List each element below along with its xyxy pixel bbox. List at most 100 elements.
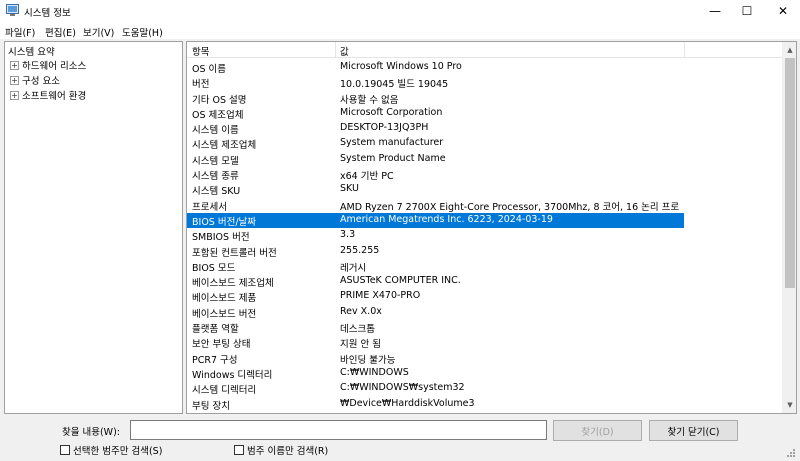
cell-item: PCR7 구성 (192, 354, 238, 366)
cell-value: American Megatrends Inc. 6223, 2024-03-1… (340, 213, 553, 225)
table-row[interactable]: 버전 10.0.19045 빌드 19045 (187, 75, 684, 90)
cell-item: 시스템 디렉터리 (192, 385, 257, 397)
table-row[interactable]: 베이스보드 제조업체 ASUSTeK COMPUTER INC. (187, 274, 684, 289)
cell-value: 바인딩 불가능 (340, 354, 396, 366)
search-selected-category-checkbox[interactable]: 선택한 범주만 검색(S) (60, 443, 162, 457)
cell-item: 보안 부팅 상태 (192, 339, 251, 351)
maximize-icon: ☐ (741, 4, 753, 18)
expand-icon[interactable]: + (10, 90, 19, 100)
list-rows: OS 이름 Microsoft Windows 10 Pro 버전 10.0.1904… (187, 60, 684, 412)
menu-file[interactable]: 파일(F) (5, 25, 35, 39)
cell-value: 255.255 (340, 244, 380, 256)
tree-item-label: 소프트웨어 환경 (22, 91, 87, 102)
tree-root-system-summary[interactable]: 시스템 요약 (8, 44, 55, 58)
tree-item-label: 하드웨어 리소스 (22, 61, 87, 72)
cell-item: OS 제조업체 (192, 109, 244, 121)
menu-bar: 파일(F) 편집(E) 보기(V) 도움말(H) (0, 22, 800, 39)
cell-item: 시스템 SKU (192, 186, 241, 198)
table-row[interactable]: 베이스보드 버전 Rev X.0x (187, 305, 684, 320)
cell-value: 데스크톱 (340, 324, 375, 336)
cell-value: 사용할 수 없음 (340, 94, 399, 106)
scroll-up-icon[interactable]: ▲ (782, 42, 796, 58)
menu-edit[interactable]: 편집(E) (45, 25, 76, 39)
checkbox-label: 선택한 범주만 검색(S) (73, 446, 163, 457)
cell-value: Rev X.0x (340, 305, 382, 317)
cell-value: System Product Name (340, 152, 446, 164)
table-row[interactable]: BIOS 버전/날짜 American Megatrends Inc. 6223,… (187, 212, 684, 229)
checkbox-label: 범주 이름만 검색(R) (247, 446, 329, 457)
cell-value: 10.0.19045 빌드 19045 (340, 79, 449, 91)
scrollbar-thumb[interactable] (785, 58, 795, 288)
tree-item-components[interactable]: + 구성 요소 (10, 73, 60, 87)
cell-item: 베이스보드 제품 (192, 293, 257, 305)
table-row[interactable]: OS 이름 Microsoft Windows 10 Pro (187, 60, 684, 75)
checkbox-box[interactable] (234, 445, 244, 455)
cell-value: Microsoft Corporation (340, 106, 443, 118)
tree-item-hardware-resources[interactable]: + 하드웨어 리소스 (10, 58, 86, 72)
close-icon: ✕ (777, 4, 789, 18)
cell-value: x64 기반 PC (340, 171, 394, 183)
menu-view[interactable]: 보기(V) (83, 25, 114, 39)
table-row[interactable]: 시스템 모델 System Product Name (187, 152, 684, 167)
find-label: 찾을 내용(W): (62, 427, 120, 438)
table-row[interactable]: 시스템 제조업체 System manufacturer (187, 136, 684, 151)
table-row[interactable]: 시스템 이름 DESKTOP-13JQ3PH (187, 121, 684, 136)
column-divider[interactable] (335, 42, 336, 58)
table-row[interactable]: 플랫폼 역할 데스크톱 (187, 320, 684, 335)
cell-value: 지원 안 됨 (340, 339, 381, 351)
tree-item-software-environment[interactable]: + 소프트웨어 환경 (10, 88, 86, 102)
expand-icon[interactable]: + (10, 60, 19, 70)
cell-item: 시스템 제조업체 (192, 140, 257, 152)
table-row[interactable]: 프로세서 AMD Ryzen 7 2700X Eight-Core Process… (187, 198, 684, 213)
close-find-button[interactable]: 찾기 닫기(C) (649, 420, 738, 441)
tree-item-label: 구성 요소 (22, 76, 60, 87)
find-button[interactable]: 찾기(D) (553, 420, 642, 441)
cell-item: 베이스보드 제조업체 (192, 278, 274, 290)
cell-value: System manufacturer (340, 137, 444, 149)
table-row[interactable]: 시스템 종류 x64 기반 PC (187, 167, 684, 182)
column-header-value[interactable]: 값 (340, 44, 349, 58)
table-row[interactable]: 시스템 디렉터리 C:₩WINDOWS₩system32 (187, 381, 684, 396)
table-row[interactable]: PCR7 구성 바인딩 불가능 (187, 351, 684, 366)
table-row[interactable]: BIOS 모드 레거시 (187, 259, 684, 274)
cell-value: C:₩WINDOWS₩system32 (340, 382, 465, 394)
cell-item: 포함된 컨트롤러 버전 (192, 247, 277, 259)
cell-value: C:₩WINDOWS (340, 366, 409, 378)
table-row[interactable]: 부팅 장치 ₩Device₩HarddiskVolume3 (187, 397, 684, 412)
table-row[interactable]: 보안 부팅 상태 지원 안 됨 (187, 335, 684, 350)
find-input[interactable] (130, 420, 547, 440)
column-divider[interactable] (684, 42, 685, 58)
details-list[interactable]: 항목 값 OS 이름 Microsoft Windows 10 Pro 버전 10.0… (186, 41, 797, 414)
cell-item: SMBIOS 버전 (192, 232, 250, 244)
column-header-item[interactable]: 항목 (192, 44, 209, 58)
cell-item: 베이스보드 버전 (192, 308, 257, 320)
search-category-names-checkbox[interactable]: 범주 이름만 검색(R) (234, 443, 328, 457)
resize-grip-icon[interactable] (784, 446, 796, 458)
cell-value: DESKTOP-13JQ3PH (340, 122, 429, 134)
cell-item: 부팅 장치 (192, 400, 230, 412)
minimize-icon: — (709, 4, 721, 18)
table-row[interactable]: 포함된 컨트롤러 버전 255.255 (187, 244, 684, 259)
table-row[interactable]: 베이스보드 제품 PRIME X470-PRO (187, 289, 684, 304)
cell-item: BIOS 모드 (192, 262, 236, 274)
system-info-app-icon (6, 4, 19, 16)
cell-item: 시스템 종류 (192, 171, 239, 183)
table-row[interactable]: 기타 OS 설명 사용할 수 없음 (187, 91, 684, 106)
expand-icon[interactable]: + (10, 75, 19, 85)
table-row[interactable]: SMBIOS 버전 3.3 (187, 228, 684, 243)
vertical-scrollbar[interactable]: ▲ ▼ (782, 42, 796, 413)
checkbox-box[interactable] (60, 445, 70, 455)
category-tree[interactable]: 시스템 요약 + 하드웨어 리소스 + 구성 요소 + 소프트웨어 환경 (4, 41, 183, 414)
cell-value: 레거시 (340, 262, 367, 274)
cell-item: Windows 디렉터리 (192, 369, 273, 381)
cell-item: 플랫폼 역할 (192, 324, 239, 336)
cell-value: Microsoft Windows 10 Pro (340, 61, 462, 72)
cell-item: 프로세서 (192, 201, 227, 213)
table-row[interactable]: 시스템 SKU SKU (187, 182, 684, 197)
scroll-down-icon[interactable]: ▼ (782, 397, 796, 413)
table-row[interactable]: OS 제조업체 Microsoft Corporation (187, 106, 684, 121)
table-row[interactable]: Windows 디렉터리 C:₩WINDOWS (187, 366, 684, 381)
menu-help[interactable]: 도움말(H) (122, 25, 163, 39)
close-button[interactable]: ✕ (760, 0, 800, 22)
cell-value: ASUSTeK COMPUTER INC. (340, 275, 461, 287)
